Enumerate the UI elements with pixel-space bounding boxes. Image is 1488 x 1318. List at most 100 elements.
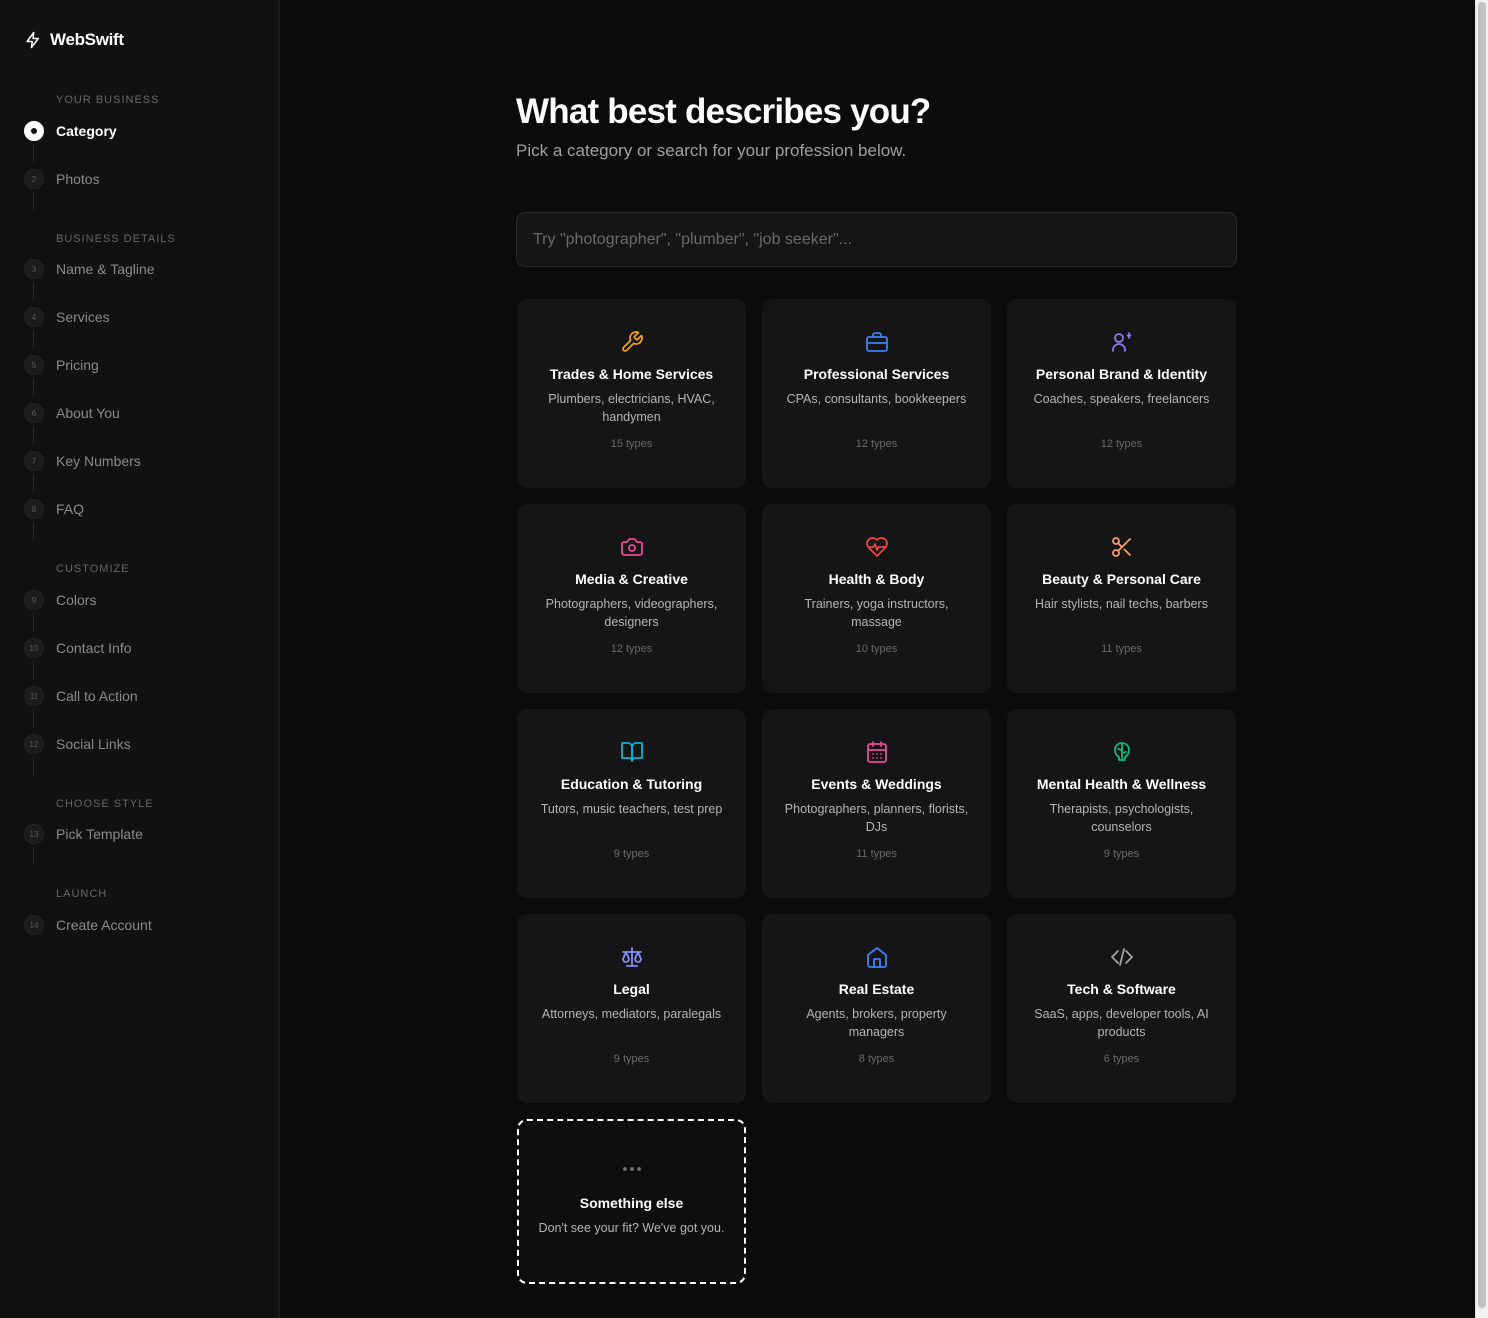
category-description: Attorneys, mediators, paralegals bbox=[541, 1007, 722, 1021]
category-card[interactable]: Mental Health & Wellness Therapists, psyc… bbox=[1007, 709, 1236, 898]
step-number: 5 bbox=[24, 355, 44, 375]
step-label: Services bbox=[56, 309, 110, 325]
step-category[interactable]: Category bbox=[24, 121, 117, 141]
category-name: Mental Health & Wellness bbox=[1036, 776, 1207, 792]
category-name: Events & Weddings bbox=[811, 776, 942, 792]
category-description: Coaches, speakers, freelancers bbox=[1033, 392, 1210, 406]
category-card[interactable]: Events & Weddings Photographers, planners… bbox=[762, 709, 991, 898]
category-count: 8 types bbox=[858, 1053, 895, 1065]
step-label: Key Numbers bbox=[56, 453, 141, 469]
ellipsis-icon bbox=[620, 1157, 644, 1181]
book-open-icon bbox=[620, 740, 644, 764]
main-content: What best describes you? Pick a category… bbox=[280, 0, 1475, 1318]
step-name-tagline[interactable]: 3 Name & Tagline bbox=[24, 259, 155, 279]
step-key-numbers[interactable]: 7 Key Numbers bbox=[24, 451, 141, 471]
user-star-icon bbox=[1110, 330, 1134, 354]
step-pick-template[interactable]: 13 Pick Template bbox=[24, 824, 143, 844]
category-grid: Trades & Home Services Plumbers, electric… bbox=[517, 299, 1236, 1308]
category-card[interactable]: Health & Body Trainers, yoga instructors,… bbox=[762, 504, 991, 693]
category-count: 15 types bbox=[610, 438, 653, 450]
step-about-you[interactable]: 6 About You bbox=[24, 403, 120, 423]
step-label: Pick Template bbox=[56, 826, 143, 842]
step-connector bbox=[33, 709, 34, 727]
brain-icon bbox=[1110, 740, 1134, 764]
step-call-to-action[interactable]: 11 Call to Action bbox=[24, 686, 138, 706]
calendar-icon bbox=[865, 740, 889, 764]
step-number: 14 bbox=[24, 915, 44, 935]
category-name: Legal bbox=[613, 981, 650, 997]
step-connector bbox=[33, 144, 34, 162]
step-number: 13 bbox=[24, 824, 44, 844]
scrollbar-thumb[interactable] bbox=[1478, 2, 1486, 1308]
category-description: SaaS, apps, developer tools, AI products bbox=[1034, 1007, 1209, 1039]
category-count: 11 types bbox=[1101, 643, 1142, 655]
step-number: 12 bbox=[24, 734, 44, 754]
section-label: BUSINESS DETAILS bbox=[56, 233, 176, 245]
briefcase-icon bbox=[865, 330, 889, 354]
step-number: 4 bbox=[24, 307, 44, 327]
step-connector bbox=[33, 847, 34, 865]
search-input[interactable] bbox=[516, 212, 1237, 267]
category-description: Agents, brokers, property managers bbox=[806, 1007, 947, 1039]
scrollbar[interactable] bbox=[1475, 0, 1488, 1318]
step-faq[interactable]: 8 FAQ bbox=[24, 499, 84, 519]
category-name: Education & Tutoring bbox=[560, 776, 703, 792]
category-card-something-else[interactable]: Something else Don't see your fit? We've … bbox=[517, 1119, 746, 1284]
category-card[interactable]: Personal Brand & Identity Coaches, speake… bbox=[1007, 299, 1236, 488]
step-create-account[interactable]: 14 Create Account bbox=[24, 915, 152, 935]
step-label: Create Account bbox=[56, 917, 152, 933]
step-social-links[interactable]: 12 Social Links bbox=[24, 734, 131, 754]
category-card[interactable]: Education & Tutoring Tutors, music teache… bbox=[517, 709, 746, 898]
category-count: 9 types bbox=[613, 1053, 650, 1065]
category-description: Hair stylists, nail techs, barbers bbox=[1035, 597, 1208, 611]
category-card[interactable]: Tech & Software SaaS, apps, developer too… bbox=[1007, 914, 1236, 1103]
category-description: Therapists, psychologists, counselors bbox=[1049, 802, 1194, 834]
section-label: CHOOSE STYLE bbox=[56, 798, 154, 810]
scissors-icon bbox=[1110, 535, 1134, 559]
category-name: Beauty & Personal Care bbox=[1042, 571, 1201, 587]
step-number: 10 bbox=[24, 638, 44, 658]
category-card[interactable]: Legal Attorneys, mediators, paralegals 9 t… bbox=[517, 914, 746, 1103]
category-count: 11 types bbox=[856, 848, 897, 860]
category-count: 9 types bbox=[613, 848, 650, 860]
heart-pulse-icon bbox=[865, 535, 889, 559]
step-number: 7 bbox=[24, 451, 44, 471]
step-number: 11 bbox=[24, 686, 44, 706]
step-pricing[interactable]: 5 Pricing bbox=[24, 355, 99, 375]
camera-icon bbox=[620, 535, 644, 559]
step-connector bbox=[33, 426, 34, 444]
category-name: Something else bbox=[579, 1195, 684, 1211]
logo[interactable]: WebSwift bbox=[24, 30, 124, 50]
page-subtitle: Pick a category or search for your profe… bbox=[516, 141, 907, 160]
category-count: 12 types bbox=[610, 643, 653, 655]
step-label: Call to Action bbox=[56, 688, 138, 704]
category-card[interactable]: Professional Services CPAs, consultants, … bbox=[762, 299, 991, 488]
category-card[interactable]: Media & Creative Photographers, videograp… bbox=[517, 504, 746, 693]
step-label: Contact Info bbox=[56, 640, 132, 656]
category-name: Personal Brand & Identity bbox=[1035, 366, 1208, 382]
section-label: YOUR BUSINESS bbox=[56, 94, 160, 106]
step-label: About You bbox=[56, 405, 120, 421]
category-count: 9 types bbox=[1103, 848, 1140, 860]
step-number: 8 bbox=[24, 499, 44, 519]
step-label: Name & Tagline bbox=[56, 261, 155, 277]
category-card[interactable]: Beauty & Personal Care Hair stylists, nai… bbox=[1007, 504, 1236, 693]
category-description: Photographers, planners, florists, DJs bbox=[784, 802, 969, 834]
step-contact-info[interactable]: 10 Contact Info bbox=[24, 638, 132, 658]
step-services[interactable]: 4 Services bbox=[24, 307, 110, 327]
step-number: 2 bbox=[24, 169, 44, 189]
scale-icon bbox=[620, 945, 644, 969]
category-description: Don't see your fit? We've got you. bbox=[538, 1221, 725, 1235]
category-name: Media & Creative bbox=[575, 571, 688, 587]
step-connector bbox=[33, 192, 34, 210]
sidebar: WebSwift YOUR BUSINESS BUSINESS DETAILS CU… bbox=[0, 0, 280, 1318]
step-label: Social Links bbox=[56, 736, 131, 752]
step-label: Colors bbox=[56, 592, 97, 608]
app-name: WebSwift bbox=[50, 30, 124, 49]
step-colors[interactable]: 9 Colors bbox=[24, 590, 96, 610]
category-card[interactable]: Trades & Home Services Plumbers, electric… bbox=[517, 299, 746, 488]
category-card[interactable]: Real Estate Agents, brokers, property man… bbox=[762, 914, 991, 1103]
category-name: Trades & Home Services bbox=[549, 366, 714, 382]
step-label: FAQ bbox=[56, 501, 85, 517]
step-photos[interactable]: 2 Photos bbox=[24, 169, 100, 189]
